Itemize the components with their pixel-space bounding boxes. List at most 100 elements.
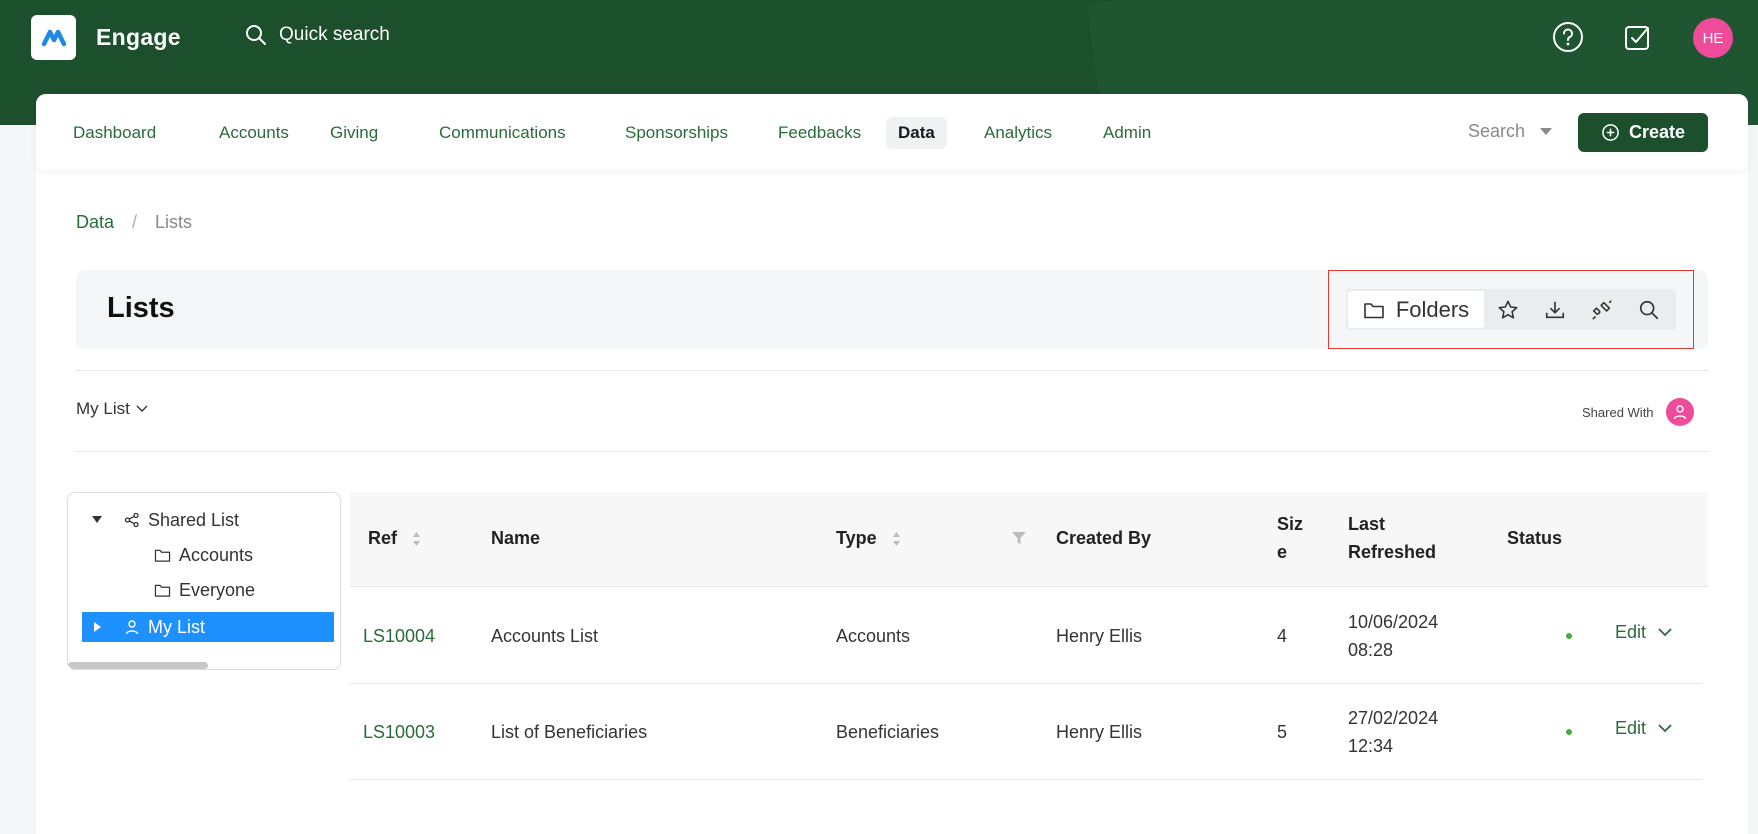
column-status: Status: [1507, 528, 1563, 548]
tree-label: Accounts: [179, 544, 254, 565]
folder-icon: [154, 584, 171, 597]
plug-link-icon: [1591, 299, 1612, 320]
quick-search-label: Quick search: [279, 24, 390, 45]
edit-label: Edit: [1615, 622, 1647, 642]
my-list-dropdown[interactable]: My List: [76, 399, 148, 419]
nav-accounts[interactable]: Accounts: [207, 117, 301, 149]
breadcrumb-data[interactable]: Data: [76, 212, 114, 233]
download-icon: [1545, 301, 1564, 318]
connect-button[interactable]: [1578, 291, 1625, 328]
nav-giving[interactable]: Giving: [318, 117, 390, 149]
nav-analytics[interactable]: Analytics: [972, 117, 1064, 149]
create-label: Create: [1628, 122, 1686, 142]
row-name: List of Beneficiaries: [491, 722, 648, 742]
column-label: Ref: [368, 528, 398, 548]
row-edit-button[interactable]: Edit: [1615, 622, 1672, 643]
chevron-down-icon[interactable]: [1658, 628, 1672, 637]
column-ref[interactable]: Ref: [368, 524, 421, 552]
filter-icon[interactable]: [1012, 532, 1026, 545]
row-type: Beneficiaries: [836, 722, 940, 742]
shared-user-avatar[interactable]: [1665, 398, 1694, 426]
tree-label: My List: [148, 616, 206, 637]
breadcrumb-lists: Lists: [155, 212, 193, 232]
nav-data[interactable]: Data: [886, 117, 947, 149]
toolbar-highlight: Folders: [1328, 270, 1694, 349]
table-row[interactable]: LS10004 Accounts List Accounts Henry Ell…: [350, 588, 1702, 684]
breadcrumb: Data / Lists: [76, 212, 192, 233]
quick-search[interactable]: Quick search: [245, 24, 390, 46]
row-ref-link[interactable]: LS10004: [363, 622, 435, 650]
tree-item-everyone[interactable]: Everyone: [154, 575, 255, 605]
row-date: 27/02/2024: [1348, 708, 1439, 728]
column-label: Refreshed: [1348, 542, 1437, 562]
app-logo[interactable]: [31, 15, 76, 60]
user-icon: [1673, 405, 1686, 420]
tree-item-accounts[interactable]: Accounts: [154, 540, 253, 570]
column-type[interactable]: Type: [836, 524, 901, 552]
breadcrumb-separator: /: [132, 212, 138, 232]
nav-communications[interactable]: Communications: [427, 117, 578, 149]
shared-with: Shared With: [1582, 398, 1694, 426]
page-title-bar: Lists Folders: [76, 270, 1708, 349]
caret-down-icon: [1540, 127, 1553, 135]
chevron-down-icon: [136, 405, 148, 412]
my-list-label: My List: [76, 399, 130, 418]
row-last-refreshed: 10/06/2024 08:28: [1348, 608, 1438, 664]
help-button[interactable]: [1551, 20, 1585, 54]
row-edit-button[interactable]: Edit: [1615, 718, 1672, 739]
user-avatar[interactable]: HE: [1693, 18, 1733, 58]
column-label: e: [1277, 542, 1288, 562]
logo-icon: [41, 29, 66, 46]
help-icon: [1553, 22, 1583, 52]
column-last-refreshed: Last Refreshed: [1348, 510, 1436, 566]
tree-item-shared-list[interactable]: Shared List: [92, 505, 239, 535]
shared-with-label: Shared With: [1582, 404, 1654, 420]
row-date: 10/06/2024: [1348, 612, 1439, 632]
folder-icon: [154, 549, 171, 562]
create-button[interactable]: Create: [1578, 113, 1708, 152]
row-name: Accounts List: [491, 626, 599, 646]
app-name: Engage: [96, 24, 181, 50]
nav-feedbacks[interactable]: Feedbacks: [766, 117, 873, 149]
row-size: 5: [1277, 722, 1288, 742]
sort-icon[interactable]: [892, 531, 901, 547]
nav-dashboard[interactable]: Dashboard: [61, 117, 168, 149]
favourite-button[interactable]: [1484, 291, 1531, 328]
column-created-by: Created By: [1056, 528, 1152, 548]
tree-item-my-list[interactable]: My List: [82, 612, 334, 642]
table-row[interactable]: LS10003 List of Beneficiaries Beneficiar…: [350, 684, 1702, 780]
list-folder-tree: Shared List Accounts Everyone My List: [67, 492, 341, 670]
folders-label: Folders: [1395, 296, 1470, 322]
main-nav: Dashboard Accounts Giving Communications…: [36, 94, 1748, 170]
edit-label: Edit: [1615, 718, 1647, 738]
search-icon: [246, 25, 266, 45]
column-label: Last: [1348, 514, 1386, 534]
folders-button[interactable]: Folders: [1348, 291, 1484, 328]
nav-search-label: Search: [1468, 121, 1526, 141]
task-check-icon: [1625, 26, 1649, 50]
chevron-down-icon[interactable]: [1658, 724, 1672, 733]
caret-down-icon[interactable]: [92, 516, 102, 524]
row-size: 4: [1277, 626, 1288, 646]
row-ref-link[interactable]: LS10003: [363, 718, 435, 746]
tasks-button[interactable]: [1621, 20, 1655, 54]
column-label: Siz: [1277, 514, 1304, 534]
row-last-refreshed: 27/02/2024 12:34: [1348, 704, 1438, 760]
table-header: Ref Name Type Created By Siz e Last Refr…: [350, 492, 1708, 587]
sort-icon[interactable]: [412, 531, 421, 547]
row-type: Accounts: [836, 626, 911, 646]
tree-scrollbar[interactable]: [68, 662, 208, 669]
row-created-by: Henry Ellis: [1056, 626, 1143, 646]
nav-sponsorships[interactable]: Sponsorships: [613, 117, 740, 149]
caret-right-icon[interactable]: [94, 622, 102, 632]
row-time: 08:28: [1348, 640, 1394, 660]
star-icon: [1498, 300, 1517, 319]
row-time: 12:34: [1348, 736, 1394, 756]
list-toolbar: Folders: [1346, 289, 1676, 330]
column-name: Name: [491, 528, 541, 548]
download-button[interactable]: [1531, 291, 1578, 328]
nav-admin[interactable]: Admin: [1091, 117, 1163, 149]
search-button[interactable]: [1625, 291, 1672, 328]
row-created-by: Henry Ellis: [1056, 722, 1143, 742]
nav-search-dropdown[interactable]: Search: [1468, 121, 1553, 142]
